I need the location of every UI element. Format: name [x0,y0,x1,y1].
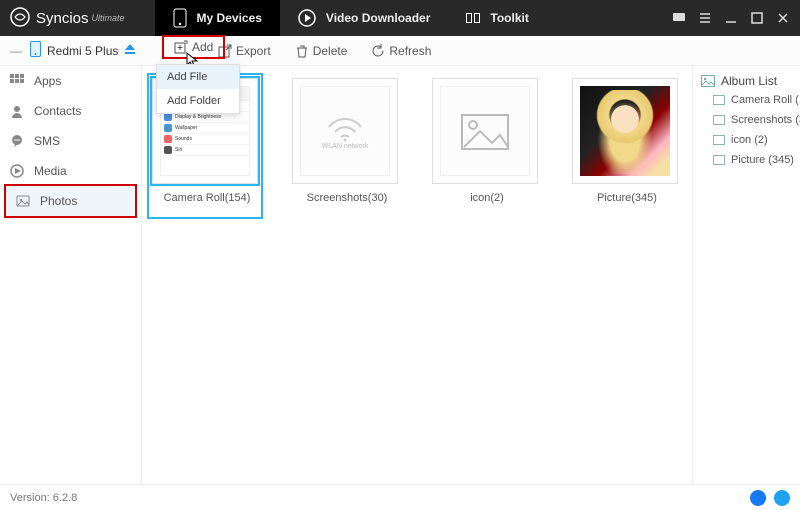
thumb-image-icon [440,86,530,176]
maximize-icon[interactable] [750,11,764,25]
app-logo-icon [10,7,30,30]
toolkit-icon [466,13,480,23]
sidebar-item-label: Media [34,164,67,178]
wifi-text: WLAN network [322,143,369,150]
thumb-wifi-icon: WLAN network [322,113,369,150]
apps-icon [10,74,24,88]
dropdown-add-folder[interactable]: Add Folder [157,89,239,113]
rp-item-label: icon (2) [731,134,768,146]
version-text: Version: 6.2.8 [10,492,77,504]
rp-item-label: Camera Roll (154) [731,94,800,106]
facebook-icon[interactable] [750,490,766,506]
center-panel: General Display & Brightness Wallpaper S… [142,66,692,484]
tab-label: Toolkit [490,11,528,25]
sidebar-item-apps[interactable]: Apps [0,66,141,96]
dropdown-add-file[interactable]: Add File [157,65,239,89]
image-small-icon [713,155,725,165]
tab-my-devices[interactable]: My Devices [155,0,280,36]
album-picture[interactable]: Picture(345) [572,78,682,204]
close-icon[interactable] [776,11,790,25]
delete-label: Delete [313,44,348,58]
rp-item-label: Picture (345) [731,154,794,166]
sidebar-item-sms[interactable]: SMS [0,126,141,156]
sidebar-item-media[interactable]: Media [0,156,141,186]
delete-button[interactable]: Delete [285,41,358,61]
sidebar-item-label: Photos [40,194,77,208]
album-screenshots[interactable]: WLAN network Screenshots(30) [292,78,402,204]
album-icon[interactable]: icon(2) [432,78,542,204]
image-small-icon [713,135,725,145]
eject-icon[interactable] [124,43,136,58]
twitter-icon[interactable] [774,490,790,506]
sms-icon [10,134,24,148]
device-name: Redmi 5 Plus [47,44,118,58]
right-panel: Album List Camera Roll (154) Screenshots… [692,66,800,484]
statusbar: Version: 6.2.8 [0,484,800,510]
rp-item-camera-roll[interactable]: Camera Roll (154) [693,90,800,110]
phone-icon [173,8,187,28]
refresh-icon [371,44,385,58]
rp-item-label: Screenshots (30) [731,114,800,126]
photos-icon [16,194,30,208]
body: Apps Contacts SMS Media Photos [0,66,800,484]
menu-icon[interactable] [698,11,712,25]
sidebar-item-photos[interactable]: Photos [4,184,137,218]
window-controls [672,11,800,25]
image-small-icon [713,115,725,125]
refresh-label: Refresh [389,44,431,58]
image-small-icon [713,95,725,105]
device-section[interactable]: — Redmi 5 Plus [8,41,150,60]
contacts-icon [10,104,24,118]
app-name: Syncios [36,10,89,27]
refresh-button[interactable]: Refresh [361,41,441,61]
image-small-icon [701,75,715,87]
trash-icon [295,44,309,58]
titlebar: Syncios Ultimate My Devices Video Downlo… [0,0,800,36]
album-label: Picture(345) [572,192,682,204]
message-icon[interactable] [672,11,686,25]
album-label: icon(2) [432,192,542,204]
add-dropdown: Add File Add Folder [156,64,240,114]
dash-icon: — [10,44,22,58]
rp-item-picture[interactable]: Picture (345) [693,150,800,170]
album-label: Camera Roll(154) [152,192,262,204]
tab-label: Video Downloader [326,11,430,25]
tab-video-downloader[interactable]: Video Downloader [280,0,448,36]
sidebar-item-label: Apps [34,74,61,88]
right-panel-title: Album List [721,74,777,88]
export-label: Export [236,44,271,58]
media-icon [10,164,24,178]
play-circle-icon [298,9,316,27]
sidebar-item-contacts[interactable]: Contacts [0,96,141,126]
device-phone-icon [30,41,41,60]
album-label: Screenshots(30) [292,192,402,204]
thumb-photo [580,86,670,176]
toolbar: Add Export Delete Refresh Add File Add F… [150,36,800,65]
sidebar: Apps Contacts SMS Media Photos [0,66,142,484]
tab-label: My Devices [197,11,262,25]
minimize-icon[interactable] [724,11,738,25]
rp-item-screenshots[interactable]: Screenshots (30) [693,110,800,130]
subbar: — Redmi 5 Plus Add Export Delete Refresh… [0,36,800,66]
right-panel-title-row: Album List [693,72,800,90]
rp-item-icon[interactable]: icon (2) [693,130,800,150]
main-tabs: My Devices Video Downloader Toolkit [155,0,547,36]
sidebar-item-label: Contacts [34,104,81,118]
app-subtitle: Ultimate [92,13,125,23]
tab-toolkit[interactable]: Toolkit [448,0,546,36]
sidebar-item-label: SMS [34,134,60,148]
